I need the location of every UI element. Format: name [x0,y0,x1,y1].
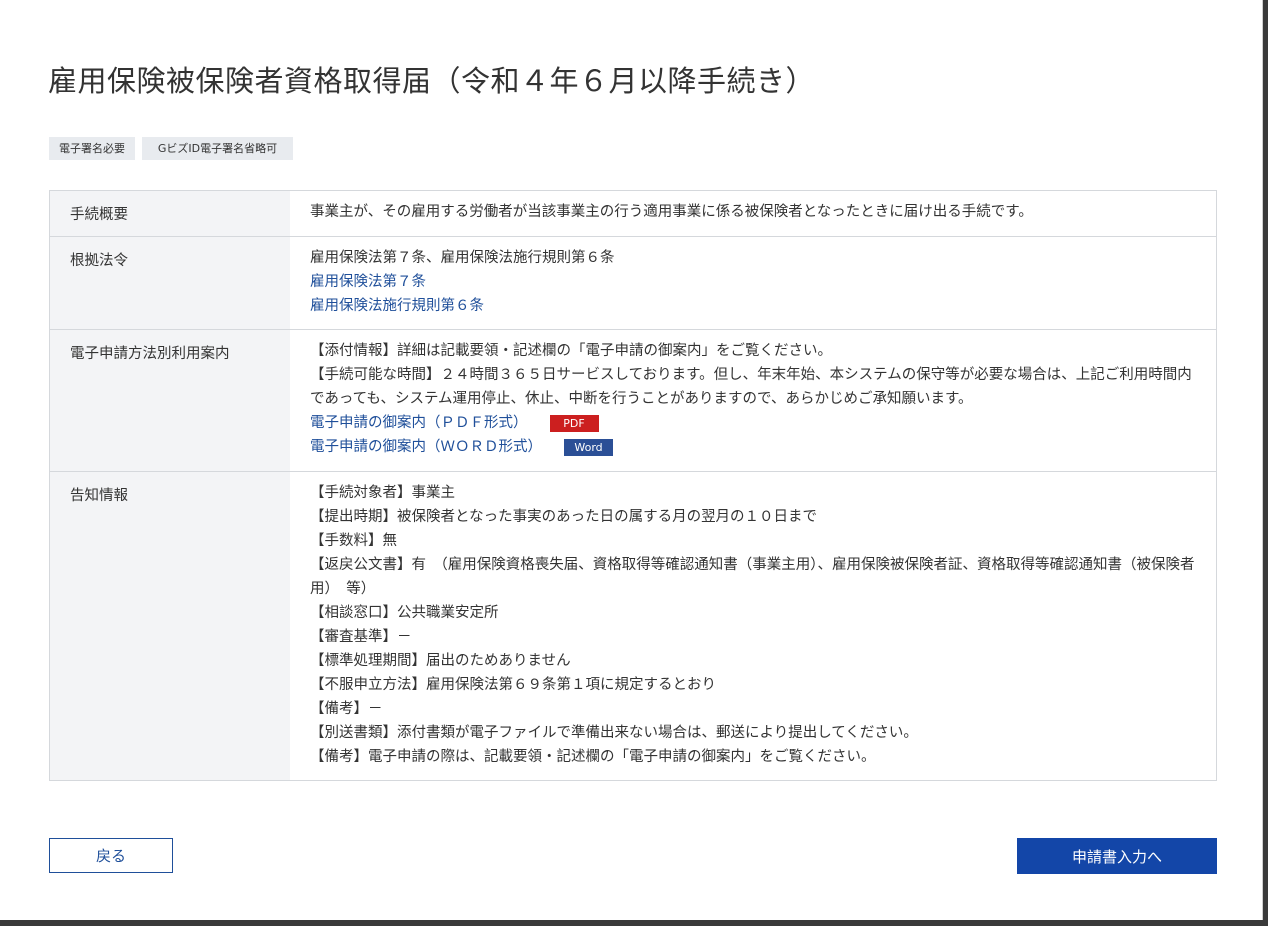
notice-line: 【審査基準】－ [310,629,412,645]
notice-line: 【備考】－ [310,701,383,717]
tag-signature-required: 電子署名必要 [49,137,135,160]
row-value: 雇用保険法第７条、雇用保険法施行規則第６条 雇用保険法第７条 雇用保険法施行規則… [290,237,1216,329]
overview-text: 事業主が、その雇用する労働者が当該事業主の行う適用事業に係る被保険者となったとき… [310,204,1033,220]
notice-line: 【返戻公文書】有 （雇用保険資格喪失届、資格取得等確認通知書（事業主用）、雇用保… [310,557,1195,597]
back-button[interactable]: 戻る [49,838,173,873]
tag-list: 電子署名必要 GビズID電子署名省略可 [49,137,293,160]
row-label: 電子申請方法別利用案内 [50,330,290,471]
row-value: 【添付情報】詳細は記載要領・記述欄の「電子申請の御案内」をご覧ください。 【手続… [290,330,1216,471]
notice-line: 【不服申立方法】雇用保険法第６９条第１項に規定するとおり [310,677,716,693]
modal-window: 雇用保険被保険者資格取得届（令和４年６月以降手続き） 電子署名必要 GビズID電… [0,0,1263,920]
page-title: 雇用保険被保険者資格取得届（令和４年６月以降手続き） [48,64,816,98]
row-value: 事業主が、その雇用する労働者が当該事業主の行う適用事業に係る被保険者となったとき… [290,191,1216,236]
guide-word-link[interactable]: 電子申請の御案内（ＷＯＲＤ形式） [310,439,542,455]
row-label: 根拠法令 [50,237,290,329]
law-article-7-link[interactable]: 雇用保険法第７条 [310,274,426,290]
notice-line: 【備考】電子申請の際は、記載要領・記述欄の「電子申請の御案内」をご覧ください。 [310,749,876,765]
table-row-notice: 告知情報 【手続対象者】事業主 【提出時期】被保険者となった事実のあった日の属す… [50,471,1216,780]
notice-line: 【手続対象者】事業主 [310,485,455,501]
regulation-article-6-link[interactable]: 雇用保険法施行規則第６条 [310,298,484,314]
attachment-info-text: 【添付情報】詳細は記載要領・記述欄の「電子申請の御案内」をご覧ください。 [310,343,832,359]
row-label: 手続概要 [50,191,290,236]
word-badge: Word [564,438,613,456]
table-row-e-application: 電子申請方法別利用案内 【添付情報】詳細は記載要領・記述欄の「電子申請の御案内」… [50,329,1216,471]
notice-line: 【相談窓口】公共職業安定所 [310,605,499,621]
row-label: 告知情報 [50,472,290,780]
available-hours-text: 【手続可能な時間】２４時間３６５日サービスしております。但し、年末年始、本システ… [310,367,1192,407]
notice-line: 【手数料】無 [310,533,397,549]
table-row-overview: 手続概要 事業主が、その雇用する労働者が当該事業主の行う適用事業に係る被保険者と… [50,191,1216,236]
legal-basis-text: 雇用保険法第７条、雇用保険法施行規則第６条 [310,250,615,266]
proceed-to-application-input-button[interactable]: 申請書入力へ [1017,838,1217,874]
notice-line: 【提出時期】被保険者となった事実のあった日の属する月の翌月の１０日まで [310,509,818,525]
tag-gbizid-signature-optional: GビズID電子署名省略可 [142,137,293,160]
table-row-legal-basis: 根拠法令 雇用保険法第７条、雇用保険法施行規則第６条 雇用保険法第７条 雇用保険… [50,236,1216,329]
guide-pdf-link[interactable]: 電子申請の御案内（ＰＤＦ形式） [310,415,528,431]
row-value: 【手続対象者】事業主 【提出時期】被保険者となった事実のあった日の属する月の翌月… [290,472,1216,780]
procedure-info-table: 手続概要 事業主が、その雇用する労働者が当該事業主の行う適用事業に係る被保険者と… [49,190,1217,781]
pdf-badge: PDF [549,414,599,432]
notice-line: 【標準処理期間】届出のためありません [310,653,571,669]
notice-line: 【別送書類】添付書類が電子ファイルで準備出来ない場合は、郵送により提出してくださ… [310,725,918,741]
